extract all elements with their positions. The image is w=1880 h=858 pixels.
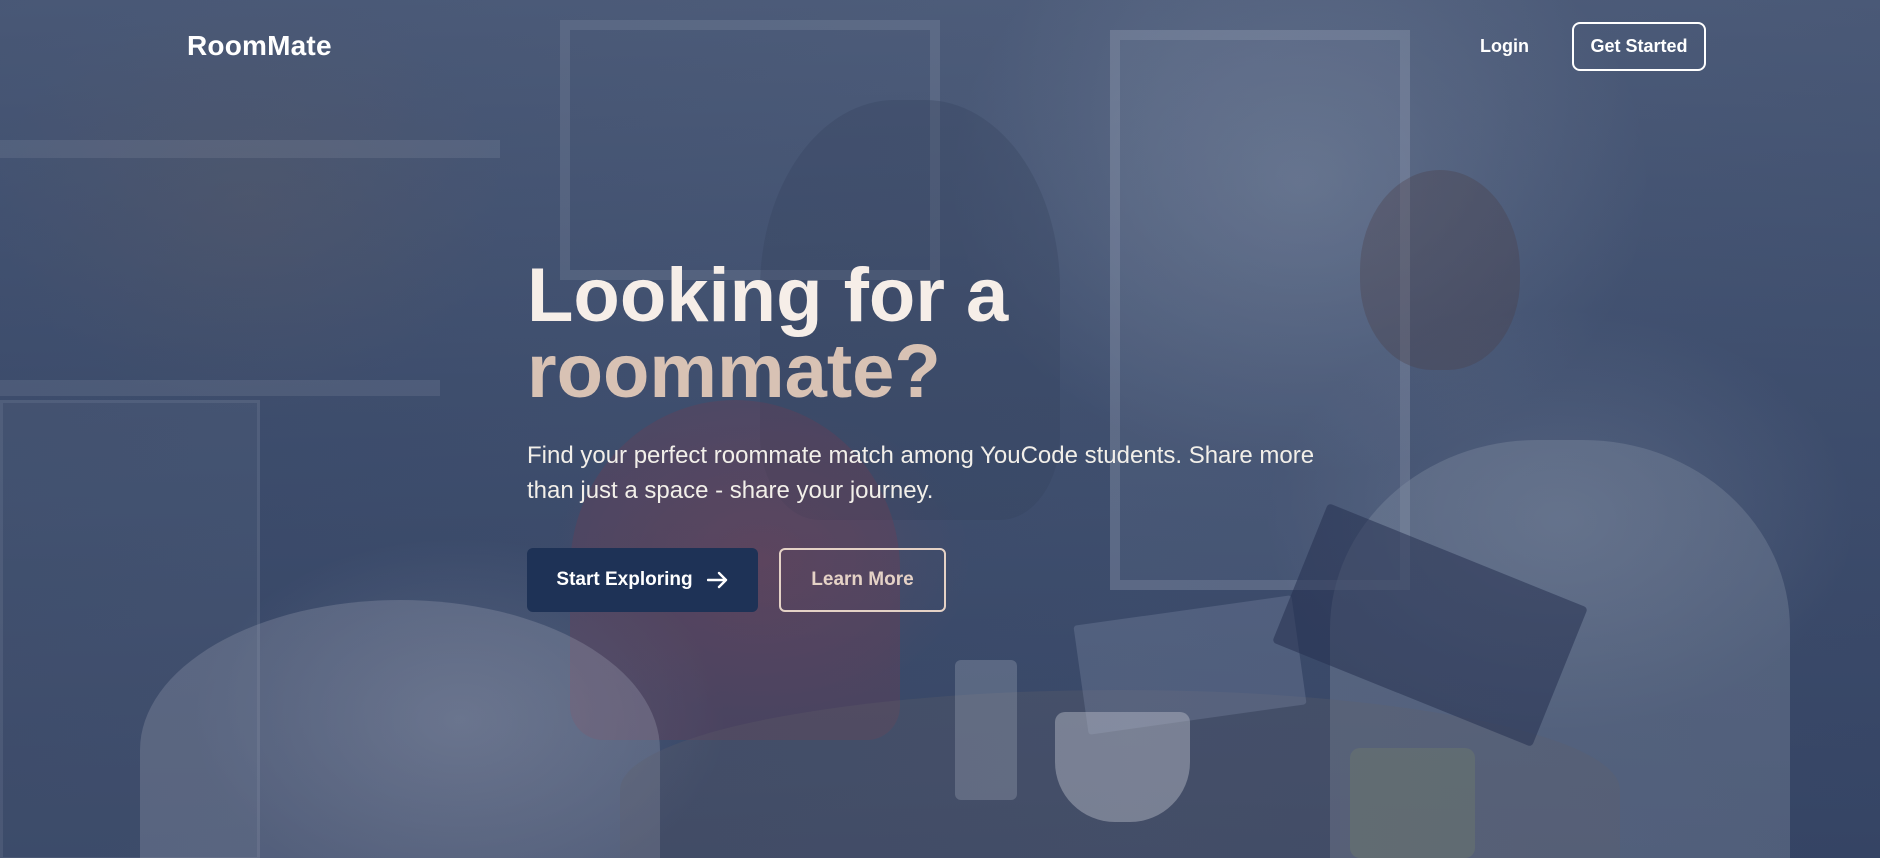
top-navbar: RoomMate Login Get Started	[0, 0, 1880, 96]
hero-content: Looking for a roommate? Find your perfec…	[527, 258, 1427, 612]
brand-logo[interactable]: RoomMate	[187, 30, 332, 62]
hero-title-line1: Looking for a	[527, 253, 1009, 338]
get-started-button[interactable]: Get Started	[1572, 22, 1706, 71]
hero-subtitle: Find your perfect roommate match among Y…	[527, 442, 1315, 504]
hero-title-line2: roommate?	[527, 329, 941, 414]
start-exploring-label: Start Exploring	[556, 569, 693, 590]
arrow-right-icon	[706, 571, 729, 589]
learn-more-button[interactable]: Learn More	[779, 548, 946, 612]
hero-title: Looking for a roommate?	[527, 258, 1427, 410]
hero-actions: Start Exploring Learn More	[527, 548, 1427, 612]
start-exploring-button[interactable]: Start Exploring	[527, 548, 758, 612]
login-link[interactable]: Login	[1480, 36, 1529, 57]
